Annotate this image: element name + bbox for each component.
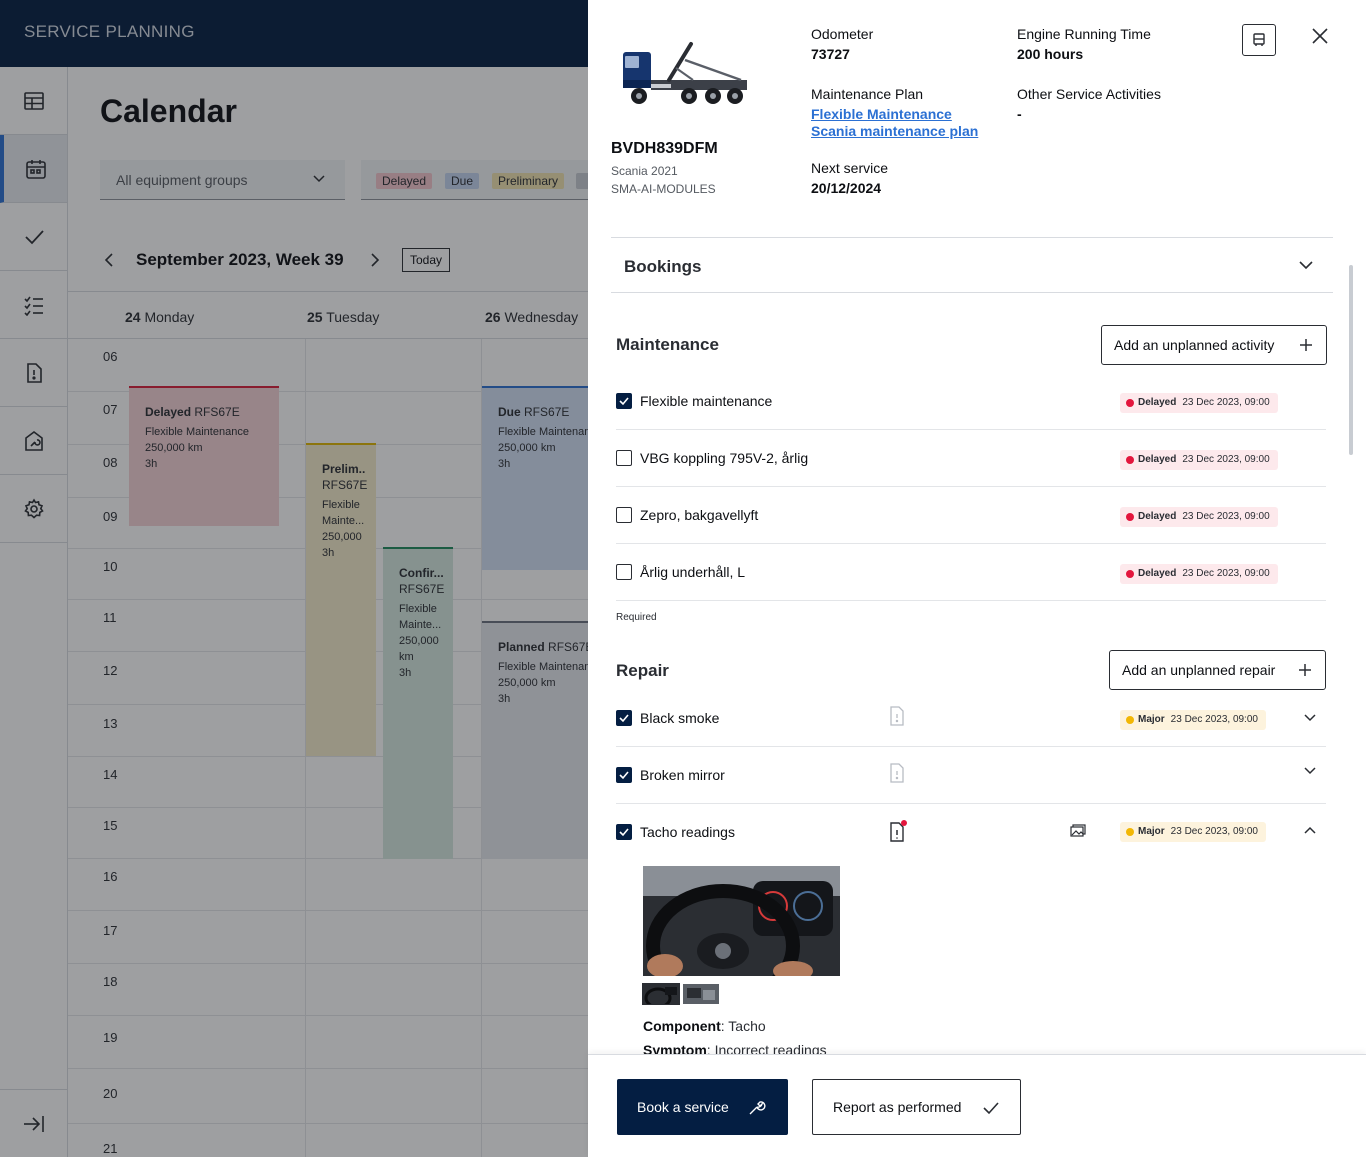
- repair-photo[interactable]: [643, 866, 840, 976]
- status-badge: Delayed 23 Dec 2023, 09:00: [1120, 507, 1278, 527]
- status-badge: Delayed 23 Dec 2023, 09:00: [1120, 450, 1278, 470]
- maintenance-name: Flexible maintenance: [640, 393, 773, 409]
- steering-wheel-photo: [643, 866, 840, 976]
- repair-name: Tacho readings: [640, 824, 735, 840]
- plus-icon: [1299, 664, 1311, 676]
- close-icon: [1312, 28, 1328, 44]
- scania-maintenance-plan-link[interactable]: Scania maintenance plan: [811, 123, 978, 139]
- chevron-down-icon: [1299, 261, 1313, 270]
- add-unplanned-repair-button[interactable]: Add an unplanned repair: [1109, 650, 1326, 690]
- required-note: Required: [616, 612, 657, 623]
- maintenance-row: Årlig underhåll, L Delayed 23 Dec 2023, 0…: [616, 544, 1326, 601]
- truck-image: [623, 42, 747, 104]
- maintenance-checkbox[interactable]: [616, 393, 632, 409]
- maintenance-checkbox[interactable]: [616, 507, 632, 523]
- maintenance-name: VBG koppling 795V-2, årlig: [640, 450, 809, 466]
- maintenance-plan-label: Maintenance Plan: [811, 86, 924, 102]
- chevron-down-icon[interactable]: [1302, 763, 1318, 779]
- document-icon[interactable]: [888, 763, 906, 783]
- maintenance-checkbox[interactable]: [616, 450, 632, 466]
- check-icon: [619, 714, 629, 723]
- wrench-icon: [749, 1101, 766, 1115]
- vehicle-info-button[interactable]: [1242, 24, 1276, 56]
- engine-time-label: Engine Running Time: [1017, 26, 1151, 42]
- check-icon: [619, 771, 629, 780]
- close-button[interactable]: [1308, 24, 1332, 48]
- book-service-button[interactable]: Book a service: [617, 1079, 788, 1135]
- maintenance-name: Zepro, bakgavellyft: [640, 507, 759, 523]
- vehicle-registration: BVDH839DFM: [611, 140, 718, 157]
- repair-checkbox[interactable]: [616, 710, 632, 726]
- maintenance-title: Maintenance: [616, 335, 719, 354]
- maintenance-name: Årlig underhåll, L: [640, 564, 746, 580]
- status-badge: Major 23 Dec 2023, 09:00: [1120, 822, 1266, 842]
- vehicle-model: Scania 2021: [611, 164, 678, 178]
- repair-checkbox[interactable]: [616, 767, 632, 783]
- photo-thumbnail[interactable]: [642, 983, 680, 1005]
- chevron-down-icon[interactable]: [1302, 710, 1318, 726]
- repair-row: Black smoke Major 23 Dec 2023, 09:00: [616, 690, 1326, 747]
- drawer-scrollbar[interactable]: [1349, 265, 1353, 455]
- vehicle-module: SMA-AI-MODULES: [611, 182, 716, 196]
- repair-name: Broken mirror: [640, 767, 725, 783]
- maintenance-row: VBG koppling 795V-2, årlig Delayed 23 Dec…: [616, 430, 1326, 487]
- bookings-title: Bookings: [624, 257, 702, 276]
- document-alert-icon[interactable]: [888, 820, 908, 842]
- repair-row: Tacho readings Major 23 Dec 2023, 09:00: [616, 804, 1326, 861]
- checkmark-icon: [983, 1102, 999, 1115]
- bookings-accordion[interactable]: Bookings: [611, 237, 1333, 293]
- flexible-maintenance-link[interactable]: Flexible Maintenance: [811, 106, 952, 122]
- report-performed-button[interactable]: Report as performed: [812, 1079, 1021, 1135]
- maintenance-row: Zepro, bakgavellyft Delayed 23 Dec 2023, …: [616, 487, 1326, 544]
- next-service-label: Next service: [811, 160, 889, 176]
- vehicle-detail-drawer: BVDH839DFM Scania 2021 SMA-AI-MODULES Od…: [588, 0, 1366, 1157]
- repair-checkbox[interactable]: [616, 824, 632, 840]
- photo-thumbnail[interactable]: [683, 984, 719, 1004]
- component-detail: Component: Tacho: [643, 1018, 766, 1034]
- image-gallery-icon[interactable]: [1070, 824, 1086, 838]
- status-badge: Delayed 23 Dec 2023, 09:00: [1120, 393, 1278, 413]
- odometer-value: 73727: [811, 46, 850, 62]
- status-badge: Major 23 Dec 2023, 09:00: [1120, 710, 1266, 730]
- other-activities-label: Other Service Activities: [1017, 86, 1161, 102]
- chevron-up-icon[interactable]: [1302, 822, 1318, 838]
- maintenance-row: Flexible maintenance Delayed 23 Dec 2023,…: [616, 373, 1326, 430]
- engine-time-value: 200 hours: [1017, 46, 1084, 62]
- status-badge: Delayed 23 Dec 2023, 09:00: [1120, 564, 1278, 584]
- drawer-footer: Book a service Report as performed: [588, 1054, 1366, 1157]
- add-unplanned-activity-button[interactable]: Add an unplanned activity: [1101, 325, 1327, 365]
- plus-icon: [1300, 339, 1312, 351]
- repair-name: Black smoke: [640, 710, 720, 726]
- check-icon: [619, 397, 629, 406]
- other-activities-value: -: [1017, 106, 1022, 122]
- repair-row: Broken mirror: [616, 747, 1326, 804]
- odometer-label: Odometer: [811, 26, 874, 42]
- next-service-value: 20/12/2024: [811, 180, 882, 196]
- document-icon[interactable]: [888, 706, 906, 726]
- maintenance-checkbox[interactable]: [616, 564, 632, 580]
- modal-overlay[interactable]: [0, 0, 588, 1157]
- truck-front-icon: [1253, 33, 1265, 46]
- repair-title: Repair: [616, 661, 669, 680]
- check-icon: [619, 828, 629, 837]
